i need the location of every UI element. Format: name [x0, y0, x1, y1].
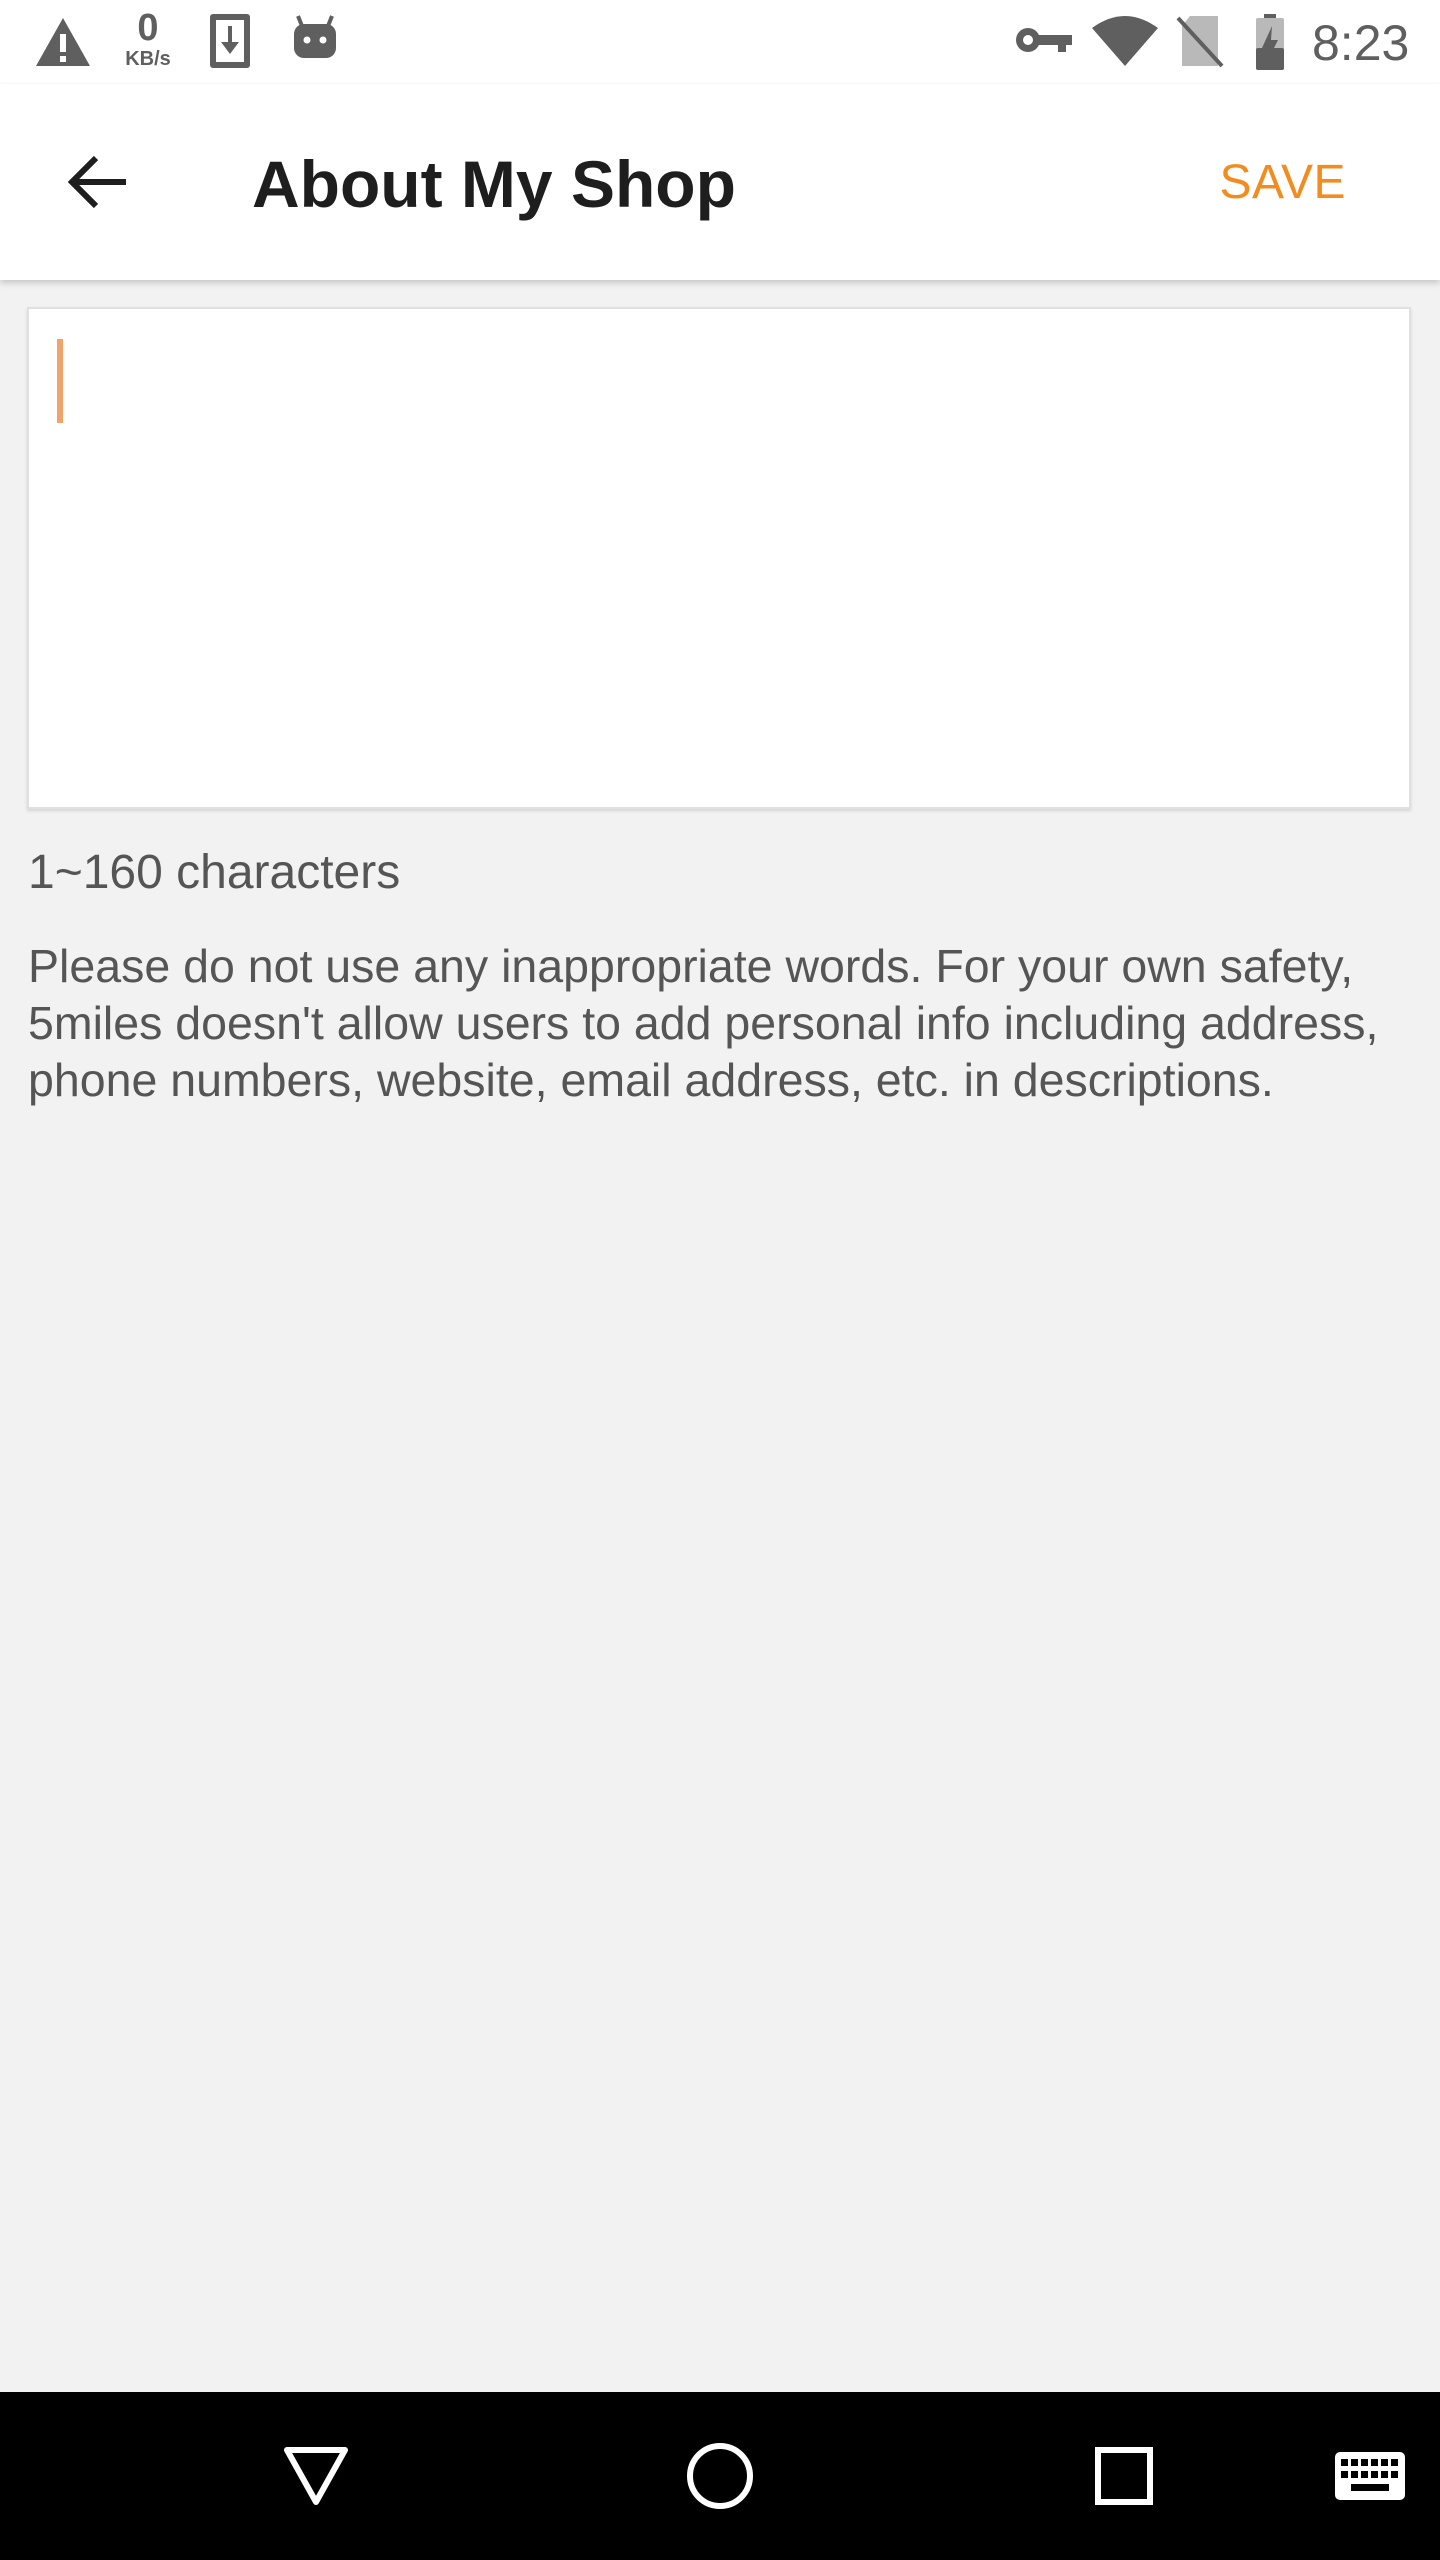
page-title: About My Shop: [252, 147, 736, 221]
keyboard-icon: [1335, 2452, 1405, 2500]
nav-recents-button[interactable]: [1064, 2416, 1184, 2536]
content-policy-notice: Please do not use any inappropriate word…: [28, 940, 1379, 1106]
wifi-icon: [1092, 16, 1158, 66]
status-bar: 0 KB/s 8:23: [0, 0, 1440, 84]
nav-back-button[interactable]: [256, 2416, 376, 2536]
no-sim-icon: [1176, 16, 1224, 68]
download-icon: [210, 14, 250, 68]
battery-charging-icon: [1256, 14, 1284, 70]
text-cursor: [57, 339, 63, 423]
warning-icon: [36, 18, 90, 66]
system-nav-bar: [0, 2392, 1440, 2560]
save-button[interactable]: SAVE: [1220, 150, 1347, 216]
vpn-key-icon: [1016, 28, 1072, 52]
app-bar: About My Shop SAVE: [0, 84, 1440, 280]
network-speed-unit: KB/s: [125, 48, 171, 70]
network-speed: 0 KB/s: [118, 8, 178, 70]
home-circle-icon: [687, 2443, 753, 2509]
android-icon: [294, 15, 336, 58]
back-button[interactable]: [40, 124, 156, 240]
nav-home-button[interactable]: [660, 2416, 780, 2536]
keyboard-switch-button[interactable]: [1318, 2426, 1422, 2526]
clock: 8:23: [1312, 15, 1410, 71]
network-speed-value: 0: [137, 7, 159, 49]
shop-description-input[interactable]: [27, 307, 1411, 809]
recents-square-icon: [1095, 2447, 1153, 2505]
back-triangle-icon: [284, 2447, 348, 2505]
character-limit-hint: 1~160 characters: [28, 846, 401, 899]
arrow-left-icon: [67, 155, 126, 209]
